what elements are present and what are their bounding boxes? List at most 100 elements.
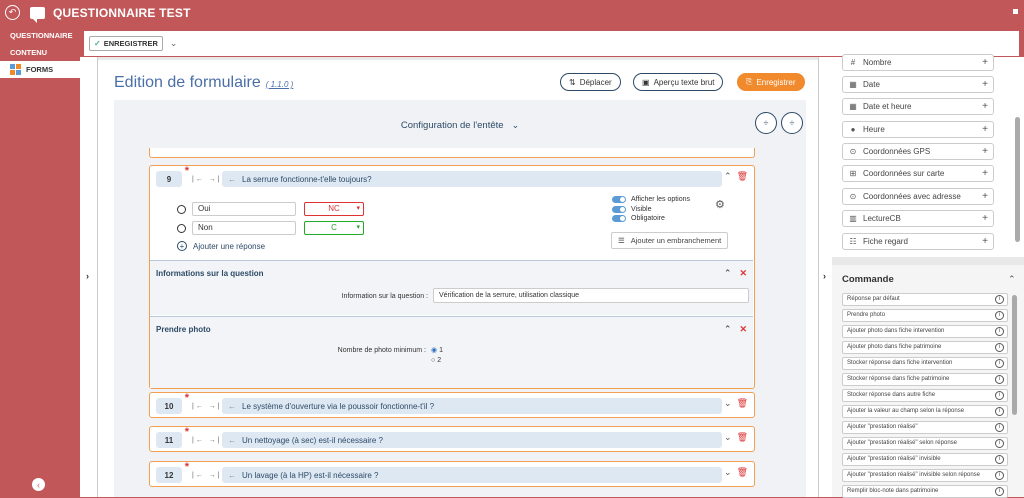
field-heure[interactable]: ● Heure +: [842, 121, 994, 138]
expand-all-icon[interactable]: ÷: [755, 112, 777, 134]
command-item[interactable]: Ajouter "prestation réalisé" invisible s…: [842, 469, 1008, 482]
question-title[interactable]: ← Le système d'ouverture via le poussoir …: [222, 398, 722, 414]
back-icon[interactable]: ↶: [5, 5, 20, 20]
info-icon[interactable]: i: [995, 407, 1004, 416]
info-icon[interactable]: i: [995, 471, 1004, 480]
trash-icon[interactable]: 🗑: [737, 398, 748, 409]
field-date[interactable]: ▦ Date +: [842, 76, 994, 93]
answer-value-select[interactable]: NC: [304, 202, 364, 216]
command-item[interactable]: Ajouter photo dans fiche intervention i: [842, 325, 1008, 338]
chevron-down-icon[interactable]: ⌄: [170, 38, 178, 49]
command-item[interactable]: Ajouter "prestation réalisé" invisible i: [842, 453, 1008, 466]
toggle-required[interactable]: [612, 215, 626, 223]
field-fiche-regard[interactable]: ☷ Fiche regard +: [842, 233, 994, 250]
gear-icon[interactable]: ⚙: [715, 198, 725, 211]
info-icon[interactable]: i: [995, 327, 1004, 336]
close-icon[interactable]: ✕: [739, 268, 747, 279]
chevron-right-icon[interactable]: ›: [823, 271, 826, 281]
field-adresse[interactable]: ⊙ Coordonnées avec adresse +: [842, 188, 994, 205]
command-item[interactable]: Remplir bloc-note dans patrimoine i: [842, 485, 1008, 498]
command-item[interactable]: Ajouter "prestation réalisé" selon répon…: [842, 437, 1008, 450]
info-icon[interactable]: i: [995, 455, 1004, 464]
header-config-toggle[interactable]: Configuration de l'entête ⌄: [114, 100, 806, 150]
info-icon[interactable]: i: [995, 295, 1004, 304]
info-input[interactable]: Vérification de la serrure, utilisation …: [433, 288, 749, 303]
collapse-all-icon[interactable]: ÷: [781, 112, 803, 134]
close-icon[interactable]: ✕: [739, 324, 747, 335]
plus-icon[interactable]: +: [982, 146, 988, 157]
plus-icon[interactable]: +: [982, 236, 988, 247]
chevron-down-icon[interactable]: ⌄: [724, 432, 732, 443]
field-lecturecb[interactable]: ▥ LectureCB +: [842, 210, 994, 227]
sidebar-item-contenu[interactable]: CONTENU: [0, 44, 80, 61]
scrollbar[interactable]: [1015, 117, 1020, 242]
command-item[interactable]: Réponse par défaut i: [842, 293, 1008, 306]
collapse-sidebar-icon[interactable]: ‹: [32, 478, 45, 491]
plus-icon[interactable]: +: [982, 124, 988, 135]
chevron-up-icon[interactable]: ⌃: [724, 171, 732, 182]
indent-arrows-icon[interactable]: |← →|: [192, 472, 222, 479]
radio-icon[interactable]: [177, 223, 186, 233]
sidebar-item-forms[interactable]: FORMS: [0, 61, 80, 78]
command-item[interactable]: Stocker réponse dans fiche patrimoine i: [842, 373, 1008, 386]
trash-icon[interactable]: 🗑: [737, 171, 748, 182]
version-link[interactable]: ( 1.1.0 ): [266, 80, 294, 89]
move-button[interactable]: ⇅ Déplacer: [560, 73, 621, 91]
field-nombre[interactable]: # Nombre +: [842, 54, 994, 71]
add-branch-button[interactable]: ☰ Ajouter un embranchement: [611, 232, 729, 249]
command-item[interactable]: Ajouter la valeur au champ selon la répo…: [842, 405, 1008, 418]
command-item[interactable]: Stocker réponse dans autre fiche i: [842, 389, 1008, 402]
question-title[interactable]: ← La serrure fonctionne-t'elle toujours?: [222, 171, 722, 187]
plus-icon[interactable]: +: [982, 79, 988, 90]
info-icon[interactable]: i: [995, 311, 1004, 320]
field-gps[interactable]: ⊙ Coordonnées GPS +: [842, 143, 994, 160]
command-item[interactable]: Ajouter "prestation réalisé" i: [842, 421, 1008, 434]
indent-arrows-icon[interactable]: |← →|: [192, 437, 222, 444]
indent-arrows-icon[interactable]: |← →|: [192, 403, 222, 410]
info-icon[interactable]: i: [995, 359, 1004, 368]
plus-icon[interactable]: +: [982, 168, 988, 179]
chevron-right-icon[interactable]: ›: [86, 271, 89, 281]
info-icon[interactable]: i: [995, 439, 1004, 448]
command-item[interactable]: Ajouter photo dans fiche patrimoine i: [842, 341, 1008, 354]
toggle-show-options[interactable]: [612, 196, 626, 204]
question-title[interactable]: ← Un lavage (à la HP) est-il nécessaire ?: [222, 467, 722, 483]
chevron-up-icon[interactable]: ⌃: [1008, 274, 1016, 285]
preview-button[interactable]: ▣ Aperçu texte brut: [633, 73, 724, 91]
scrollbar[interactable]: [1012, 295, 1017, 415]
info-icon[interactable]: i: [995, 343, 1004, 352]
answer-text-input[interactable]: Non: [192, 221, 296, 235]
command-item[interactable]: Prendre photo i: [842, 309, 1008, 322]
right-collapse-strip[interactable]: ›: [818, 57, 832, 497]
command-item[interactable]: Stocker réponse dans fiche intervention i: [842, 357, 1008, 370]
left-collapse-strip[interactable]: ›: [80, 57, 98, 497]
info-icon[interactable]: i: [995, 423, 1004, 432]
chevron-down-icon[interactable]: ⌄: [724, 467, 732, 478]
plus-icon[interactable]: +: [982, 57, 988, 68]
info-icon[interactable]: i: [995, 391, 1004, 400]
add-answer-button[interactable]: + Ajouter une réponse: [177, 241, 265, 251]
indent-arrows-icon[interactable]: |← →|: [192, 176, 222, 183]
question-title[interactable]: ← Un nettoyage (à sec) est-il nécessaire …: [222, 432, 722, 448]
sidebar-item-questionnaire[interactable]: QUESTIONNAIRE: [0, 27, 80, 44]
radio-icon[interactable]: [177, 204, 186, 214]
window-control-icon[interactable]: [1013, 9, 1018, 14]
trash-icon[interactable]: 🗑: [737, 432, 748, 443]
photo-option-1[interactable]: ◉ 1: [431, 346, 443, 356]
answer-text-input[interactable]: Oui: [192, 202, 296, 216]
save-form-button[interactable]: ⎘ Enregistrer: [737, 73, 805, 91]
photo-option-2[interactable]: ○ 2: [431, 356, 443, 366]
field-carte[interactable]: ⊞ Coordonnées sur carte +: [842, 165, 994, 182]
toggle-visible[interactable]: [612, 205, 626, 213]
chevron-up-icon[interactable]: ⌃: [724, 268, 732, 279]
trash-icon[interactable]: 🗑: [737, 467, 748, 478]
chevron-down-icon[interactable]: ⌄: [724, 398, 732, 409]
plus-icon[interactable]: +: [982, 101, 988, 112]
field-date-heure[interactable]: ▦ Date et heure +: [842, 98, 994, 115]
plus-icon[interactable]: +: [982, 191, 988, 202]
info-icon[interactable]: i: [995, 487, 1004, 496]
info-icon[interactable]: i: [995, 375, 1004, 384]
plus-icon[interactable]: +: [982, 213, 988, 224]
save-button[interactable]: ✓ ENREGISTRER: [89, 36, 163, 51]
answer-value-select[interactable]: C: [304, 221, 364, 235]
